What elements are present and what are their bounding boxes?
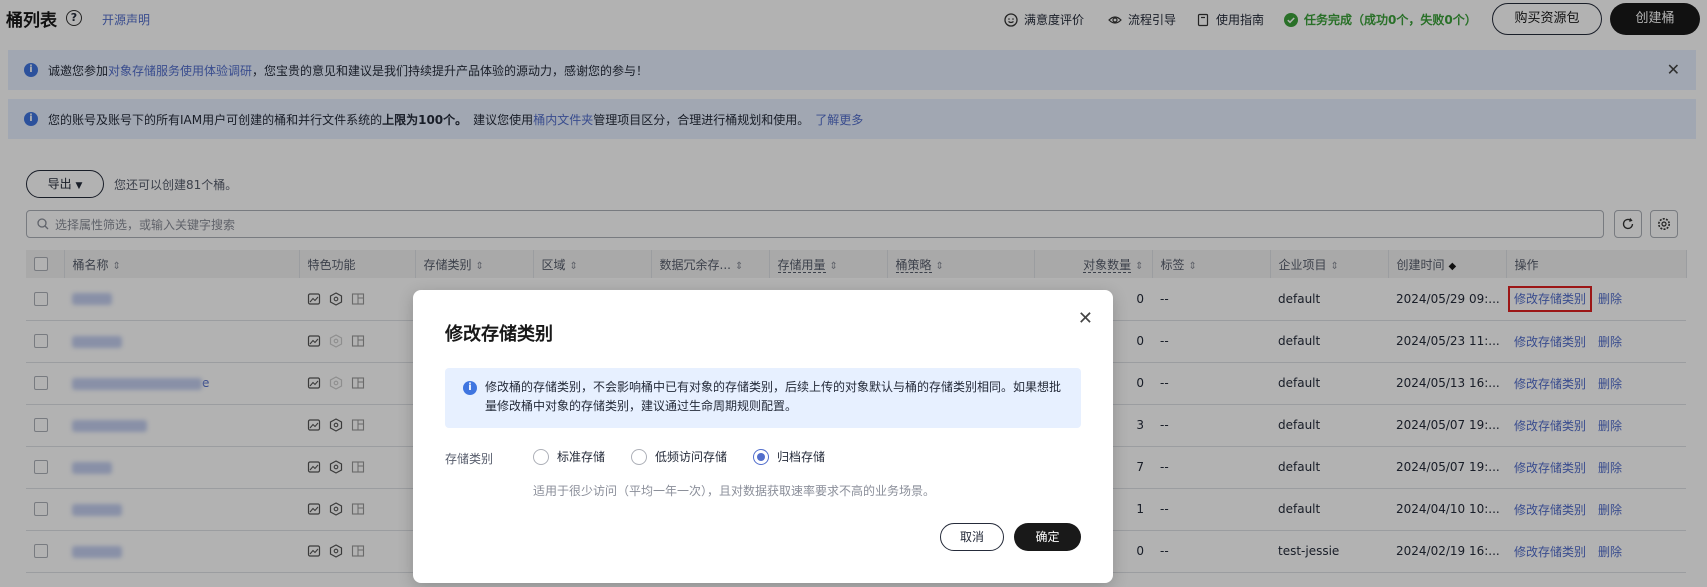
info-icon: i (463, 381, 477, 395)
radio-standard[interactable]: 标准存储 (533, 448, 605, 465)
close-icon[interactable]: ✕ (1078, 308, 1093, 329)
radio-dot-selected[interactable] (753, 448, 770, 465)
radio-infrequent[interactable]: 低频访问存储 (631, 448, 727, 465)
storage-class-hint: 适用于很少访问（平均一年一次），且对数据获取速率要求不高的业务场景。 (533, 484, 936, 498)
storage-class-radio-group: 标准存储 低频访问存储 归档存储 (533, 448, 825, 465)
dialog-note-text: 修改桶的存储类别，不会影响桶中已有对象的存储类别，后续上传的对象默认与桶的存储类… (485, 380, 1062, 413)
dialog-info-note: i 修改桶的存储类别，不会影响桶中已有对象的存储类别，后续上传的对象默认与桶的存… (445, 368, 1081, 428)
modify-storage-class-dialog: 修改存储类别 ✕ i 修改桶的存储类别，不会影响桶中已有对象的存储类别，后续上传… (413, 290, 1113, 583)
dialog-title: 修改存储类别 (445, 324, 553, 345)
confirm-button[interactable]: 确定 (1014, 523, 1081, 551)
cancel-button[interactable]: 取消 (940, 523, 1004, 551)
radio-dot[interactable] (533, 448, 549, 465)
radio-archive[interactable]: 归档存储 (753, 448, 825, 465)
radio-dot[interactable] (631, 448, 648, 465)
storage-class-label: 存储类别 (445, 452, 494, 466)
